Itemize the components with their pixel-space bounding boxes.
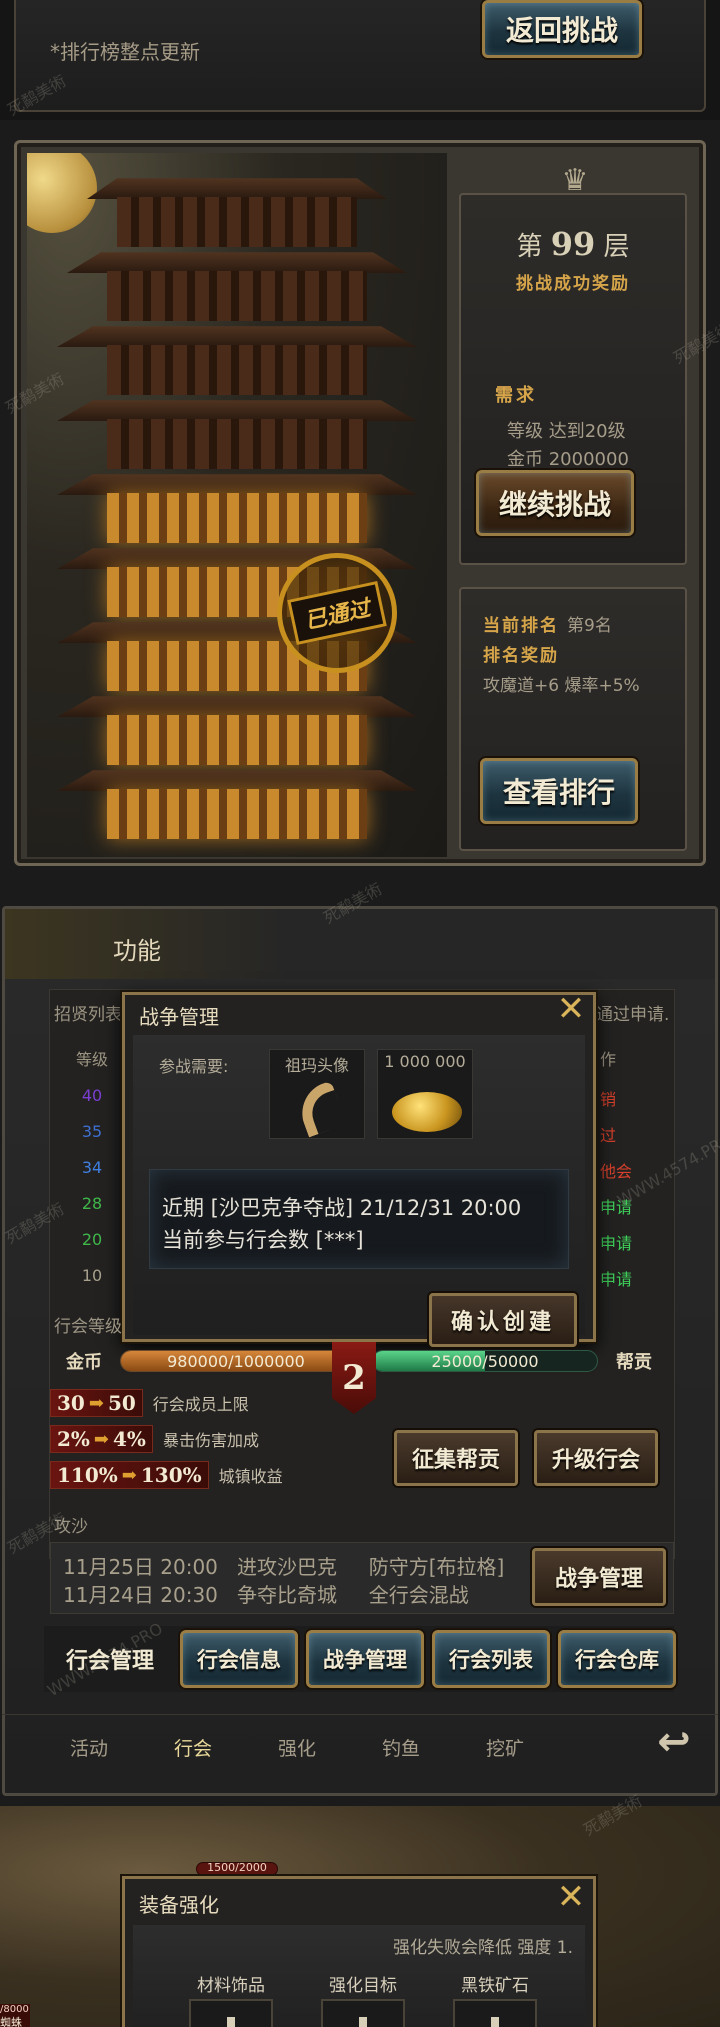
tab-war-management[interactable]: 战争管理	[306, 1630, 424, 1688]
dialog-body: 强化失败会降低 强度 1. 材料饰品 强化目标 黑铁矿石	[133, 1925, 585, 2027]
gold-label: 金币	[66, 1352, 102, 1373]
war-management-dialog: 战争管理 ✕ 参战需要: 祖玛头像 1 000 000 近期 [沙巴克争夺战] …	[122, 991, 596, 1347]
recruit-action-link[interactable]: 过	[600, 1122, 616, 1146]
perk-member-cap: 30 ➡ 50 行会成员上限	[50, 1388, 249, 1418]
requirement-level: 等级 达到20级	[507, 421, 626, 442]
close-icon[interactable]: ✕	[553, 1879, 589, 1915]
rank-reward: 排名奖励	[483, 646, 559, 666]
gold-coins-icon	[392, 1092, 462, 1132]
current-rank: 当前排名 第9名	[483, 616, 612, 636]
bottom-navigation	[2, 1714, 718, 1784]
requirement-gold: 金币 2000000	[507, 449, 629, 470]
guild-title: 功能	[113, 937, 161, 965]
horn-icon	[293, 1080, 347, 1138]
back-arrow-icon[interactable]: ↩	[652, 1720, 696, 1764]
pending-applications-title: 通过申请.	[596, 1005, 670, 1025]
guild-level-label: 行会等级	[54, 1317, 122, 1337]
view-ranking-button[interactable]: 查看排行	[480, 758, 638, 824]
contribution-progress-bar: 25000/50000	[372, 1350, 598, 1372]
tab-guild-info[interactable]: 行会信息	[180, 1630, 298, 1688]
gold-progress-text: 980000/1000000	[167, 1352, 305, 1371]
nav-item-fishing[interactable]: 钓鱼	[382, 1734, 420, 1761]
nav-item-guild[interactable]: 行会	[174, 1734, 212, 1761]
upgrade-guild-button[interactable]: 升级行会	[534, 1430, 658, 1486]
siege-line: 11月24日 20:30 争夺比奇城 全行会混战	[63, 1583, 469, 1607]
war-management-button[interactable]: 战争管理	[532, 1548, 666, 1606]
reward-title: 挑战成功奖励	[516, 274, 630, 294]
recruit-level: 35	[81, 1122, 103, 1141]
failure-note: 强化失败会降低 强度 1.	[392, 1938, 573, 1958]
character-name: 蜘蛛	[0, 2016, 22, 2027]
floor-number: 99	[550, 225, 596, 263]
participant-count-line: 当前参与行会数 [***]	[162, 1228, 364, 1252]
perk-town-income: 110% ➡ 130% 城镇收益	[50, 1460, 283, 1490]
close-icon[interactable]: ✕	[553, 991, 589, 1027]
recent-battle-line: 近期 [沙巴克争夺战] 21/12/31 20:00	[162, 1196, 522, 1220]
guild-header: 功能	[5, 909, 715, 979]
nav-item-activity[interactable]: 活动	[70, 1734, 108, 1761]
recruit-action-link[interactable]: 他会	[600, 1158, 632, 1182]
rank-reward-value: 攻魔道+6 爆率+5%	[483, 676, 640, 696]
confirm-create-button[interactable]: 确认创建	[429, 1293, 577, 1347]
passed-stamp-text: 已通过	[287, 580, 387, 646]
tower-illustration: 已通过	[27, 153, 447, 857]
requirement-title: 需求	[495, 385, 537, 406]
recruit-action-link[interactable]: 申请	[600, 1230, 632, 1254]
item-slot-zuma-head[interactable]: 祖玛头像	[269, 1049, 365, 1139]
hp-bar: 1500/2000	[196, 1861, 278, 1876]
slot-label-material: 材料饰品	[197, 1976, 265, 1996]
nav-item-enhance[interactable]: 强化	[278, 1734, 316, 1761]
moon-icon	[27, 153, 97, 233]
ranking-update-note: *排行榜整点更新	[50, 40, 200, 64]
back-to-challenge-button[interactable]: 返回挑战	[482, 0, 642, 58]
siege-line: 11月25日 20:00 进攻沙巴克 防守方[布拉格]	[63, 1555, 505, 1579]
ornament-icon: ♛	[561, 163, 589, 198]
slot-label-target: 强化目标	[329, 1976, 397, 1996]
arrow-right-icon: ➡	[93, 1428, 110, 1450]
ore-slot[interactable]	[453, 1999, 537, 2027]
tab-guild-warehouse[interactable]: 行会仓库	[558, 1630, 676, 1688]
hp-text: 1500/2000	[207, 1861, 267, 1874]
recruit-level: 40	[81, 1086, 103, 1105]
material-slot[interactable]	[189, 1999, 273, 2027]
gold-progress-bar: 980000/1000000	[120, 1350, 352, 1372]
dialog-title: 装备强化	[139, 1893, 219, 1917]
arrow-right-icon: ➡	[121, 1464, 137, 1486]
tab-guild-list[interactable]: 行会列表	[432, 1630, 550, 1688]
item-slot-gold[interactable]: 1 000 000	[377, 1049, 473, 1139]
recruit-level: 10	[81, 1266, 103, 1285]
collect-contribution-button[interactable]: 征集帮贡	[394, 1430, 518, 1486]
arrow-right-icon: ➡	[88, 1392, 104, 1414]
target-slot[interactable]	[321, 1999, 405, 2027]
top-strip: *排行榜整点更新 返回挑战	[0, 0, 720, 120]
dialog-body: 参战需要: 祖玛头像 1 000 000 近期 [沙巴克争夺战] 21/12/3…	[133, 1035, 585, 1347]
nav-item-mining[interactable]: 挖矿	[486, 1734, 524, 1761]
contribution-label: 帮贡	[616, 1352, 652, 1373]
equipment-enhance-dialog: 装备强化 ✕ 强化失败会降低 强度 1. 材料饰品 强化目标 黑铁矿石	[122, 1876, 596, 2027]
dialog-title: 战争管理	[139, 1005, 219, 1029]
level-header: 等级	[75, 1050, 108, 1069]
action-header: 作	[600, 1050, 617, 1069]
recruit-action-link[interactable]: 销	[600, 1086, 616, 1110]
recruit-list-title: 招贤列表	[54, 1005, 122, 1025]
floor-label: 第 99 层	[516, 225, 630, 263]
contribution-progress-text: 25000/50000	[431, 1352, 539, 1371]
slot-label-ore: 黑铁矿石	[461, 1976, 529, 1996]
battle-info-box: 近期 [沙巴克争夺战] 21/12/31 20:00 当前参与行会数 [***]	[149, 1169, 569, 1269]
recruit-level: 20	[81, 1230, 103, 1249]
perk-crit-damage: 2% ➡ 4% 暴击伤害加成	[50, 1424, 259, 1454]
requirement-label: 参战需要:	[159, 1057, 229, 1076]
continue-challenge-button[interactable]: 继续挑战	[476, 470, 634, 536]
recruit-action-link[interactable]: 申请	[600, 1266, 632, 1290]
recruit-level: 34	[81, 1158, 103, 1177]
